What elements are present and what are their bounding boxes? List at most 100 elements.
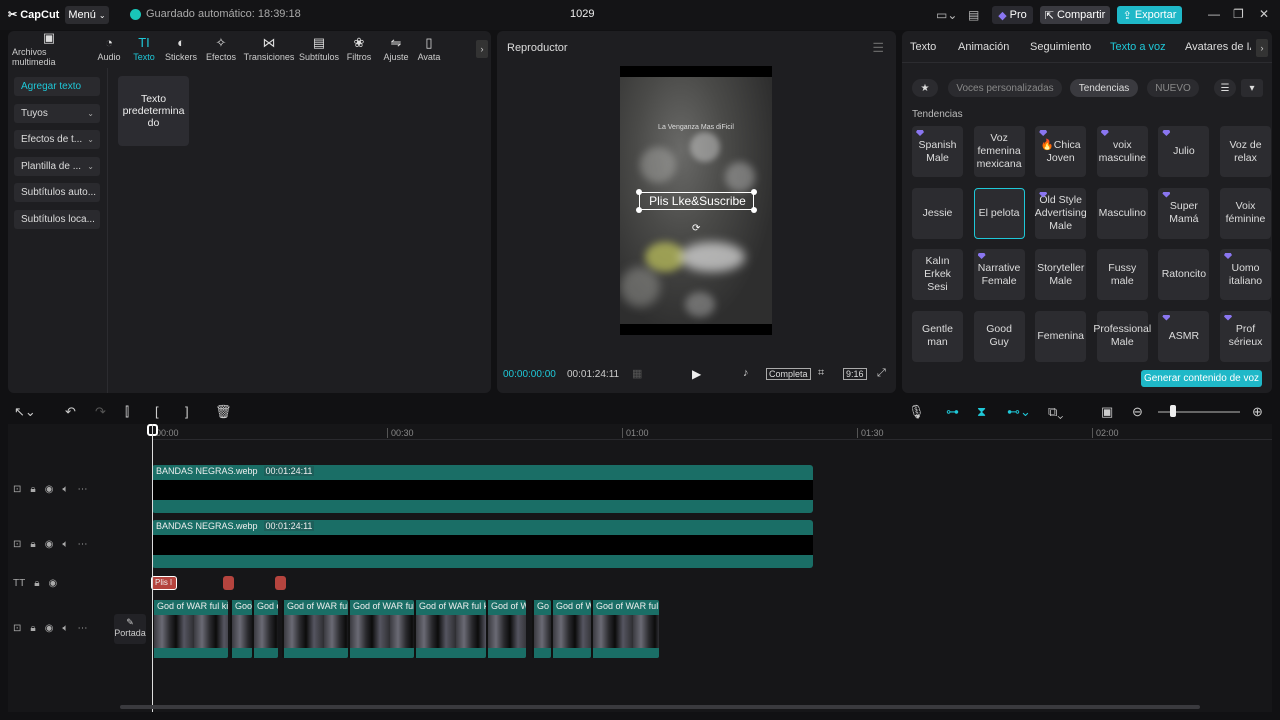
grid-icon[interactable]: ▦ [632, 367, 642, 380]
volume-icon[interactable]: 🔈︎ [62, 623, 68, 634]
voice-option[interactable]: Femenina [1035, 310, 1087, 362]
eye-icon[interactable]: ◉ [45, 539, 54, 550]
voice-option[interactable]: Prof sérieux [1220, 310, 1271, 362]
tab-texto[interactable]: Texto [910, 41, 936, 53]
playhead[interactable] [152, 424, 153, 712]
video-clip[interactable]: God o [252, 600, 278, 658]
cover-button[interactable]: ✎ Portada [114, 614, 146, 644]
lock-icon[interactable]: 🔒︎ [30, 484, 35, 495]
split-left-icon[interactable]: [ [155, 404, 159, 419]
video-clip[interactable]: God of W [551, 600, 591, 658]
chevron-down-icon[interactable]: ▾ [1241, 79, 1263, 97]
voice-option[interactable]: Masculino [1096, 187, 1148, 239]
video-clip[interactable]: God of WAR ful [591, 600, 659, 658]
zoom-out-icon[interactable]: ⊖ [1132, 404, 1143, 420]
voice-option[interactable]: El pelota [973, 187, 1025, 239]
voice-option[interactable]: Jessie [912, 187, 963, 239]
tool-tab-filters[interactable]: ❀ Filtros [340, 31, 378, 67]
voice-option[interactable]: Kalın Erkek Sesi [912, 249, 963, 300]
voice-option[interactable]: Uomo italiano [1220, 249, 1271, 300]
chip-trending[interactable]: Tendencias [1070, 79, 1138, 97]
horizontal-scrollbar[interactable] [120, 705, 1200, 709]
microphone-icon[interactable]: 🎙 [908, 404, 925, 420]
video-clip[interactable]: God of W [486, 600, 526, 658]
keyboard-icon[interactable]: ▤ [968, 8, 979, 22]
video-clip[interactable]: God of WAR ful [348, 600, 414, 658]
voice-option[interactable]: Voz de relax [1220, 126, 1271, 177]
auto-snap-icon[interactable]: ⧗ [977, 404, 986, 420]
video-clip[interactable]: God of WAR ful k [414, 600, 486, 658]
eye-icon[interactable]: ◉ [49, 578, 58, 589]
resize-handle[interactable] [636, 189, 642, 195]
more-icon[interactable]: ⋯ [77, 539, 87, 550]
pro-button[interactable]: ◆ Pro [992, 6, 1033, 24]
caption-icon[interactable]: ▣ [1101, 404, 1113, 420]
sidebar-item-0[interactable]: Agregar texto [14, 77, 100, 96]
voice-option[interactable]: Storyteller Male [1035, 249, 1087, 300]
redo-icon[interactable]: ↷ [95, 404, 106, 420]
voice-option[interactable]: Spanish Male [912, 126, 963, 177]
resize-handle[interactable] [636, 207, 642, 213]
chevron-right-icon[interactable]: › [1256, 39, 1268, 57]
resize-handle[interactable] [751, 207, 757, 213]
tool-tab-effects[interactable]: ✧ Efectos [202, 31, 240, 67]
minimize-icon[interactable]: — [1208, 7, 1220, 21]
track-view-icon[interactable]: ⊡ [13, 484, 21, 495]
tiktok-icon[interactable]: ♪ [743, 367, 749, 379]
cursor-select-icon[interactable]: ↖⌄ [14, 404, 36, 420]
split-right-icon[interactable]: ] [185, 404, 189, 419]
video-clip[interactable]: Go [532, 600, 551, 658]
voice-option[interactable]: Old Style Advertising Male [1035, 187, 1087, 239]
tool-tab-subtitles[interactable]: ▤ Subtítulos [298, 31, 340, 67]
tool-tab-audio[interactable]: ◔ Audio [90, 31, 128, 67]
fit-screen-icon[interactable]: ⌗ [818, 367, 824, 380]
zoom-slider-handle[interactable] [1170, 405, 1176, 417]
tool-tab-media[interactable]: ▣ Archivos multimedia [8, 31, 90, 68]
time-ruler[interactable]: 00:00 00:30 01:00 01:30 02:00 [152, 424, 1272, 440]
export-button[interactable]: ⇪ Exportar [1117, 6, 1182, 24]
voice-option[interactable]: voix masculine [1096, 126, 1148, 177]
lock-icon[interactable]: 🔒︎ [30, 539, 35, 550]
fullscreen-icon[interactable]: ⤢ [877, 367, 886, 380]
tab-avatares[interactable]: Avatares de IA [1185, 41, 1251, 53]
video-clip[interactable]: God of WAR ful ki [152, 600, 228, 658]
chevron-right-icon[interactable]: › [476, 40, 488, 58]
voice-option[interactable]: Super Mamá [1158, 187, 1210, 239]
quality-complete-button[interactable]: Completa [766, 368, 811, 380]
menu-button[interactable]: Menú ⌄ [65, 6, 109, 24]
lock-icon[interactable]: 🔒︎ [34, 578, 39, 589]
chip-custom-voices[interactable]: Voces personalizadas [948, 79, 1062, 97]
text-clip[interactable] [275, 576, 286, 590]
chip-new[interactable]: NUEVO [1147, 79, 1199, 97]
sidebar-item-5[interactable]: Subtítulos loca... [14, 210, 100, 229]
text-overlay-selection[interactable]: Plis Lke&Suscribe [636, 189, 757, 213]
sidebar-item-1[interactable]: Tuyos ⌄ [14, 103, 100, 123]
preview-axis-icon[interactable]: ⧉⌄ [1048, 404, 1063, 420]
aspect-ratio-button[interactable]: 9:16 [843, 368, 867, 380]
lock-icon[interactable]: 🔒︎ [30, 623, 35, 634]
hamburger-menu-icon[interactable]: ☰ [872, 40, 884, 56]
tab-animacion[interactable]: Animación [958, 41, 1009, 53]
track-view-icon[interactable]: ⊡ [13, 539, 21, 550]
voice-option[interactable]: Voz femenina mexicana [973, 126, 1025, 177]
favorites-star-icon[interactable]: ★ [912, 79, 938, 97]
video-clip[interactable]: Goo [230, 600, 252, 658]
undo-icon[interactable]: ↶ [65, 404, 76, 420]
voice-option[interactable]: Ratoncito [1158, 249, 1210, 300]
split-icon[interactable]: ⫿ [125, 404, 129, 420]
tab-seguimiento[interactable]: Seguimiento [1030, 41, 1091, 53]
voice-option[interactable]: ASMR [1158, 310, 1210, 362]
volume-icon[interactable]: 🔈︎ [62, 484, 68, 495]
sidebar-item-3[interactable]: Plantilla de ... ⌄ [14, 156, 100, 176]
tool-tab-transitions[interactable]: ⋈ Transiciones [240, 31, 298, 67]
track-view-icon[interactable]: ⊡ [13, 623, 21, 634]
default-text-card[interactable]: Texto predetermina do [118, 76, 189, 146]
voice-option[interactable]: Narrative Female [973, 249, 1025, 300]
overlay-clip[interactable]: BANDAS NEGRAS.webp 00:01:24:11 [152, 465, 813, 513]
tool-tab-avatars[interactable]: ▯ Avata [414, 31, 444, 67]
voice-option[interactable]: Professional Male [1093, 310, 1151, 362]
rotate-icon[interactable]: ⟳ [692, 223, 700, 234]
voice-option[interactable]: Fussy male [1096, 249, 1148, 300]
voice-option[interactable]: Gentle man [912, 310, 963, 362]
close-icon[interactable]: ✕ [1259, 7, 1269, 21]
